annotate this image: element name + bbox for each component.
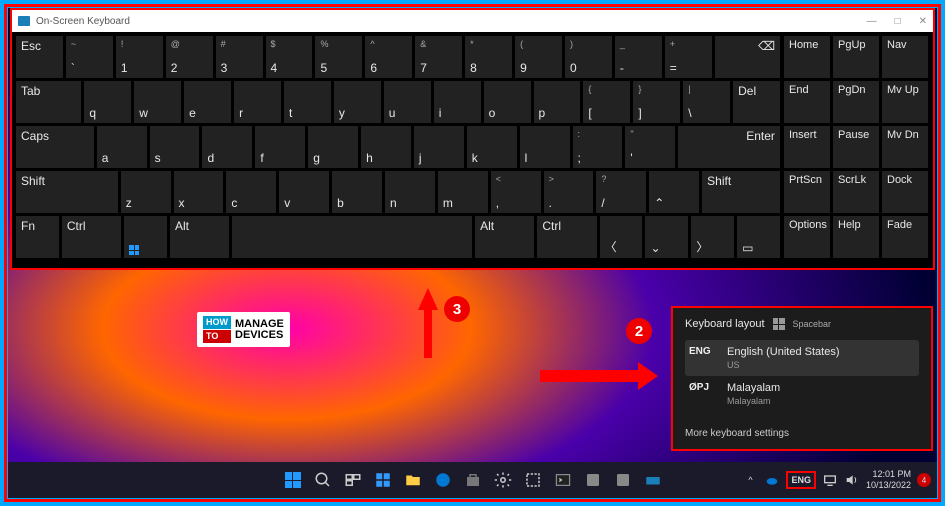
screenshot-border [4,4,941,502]
